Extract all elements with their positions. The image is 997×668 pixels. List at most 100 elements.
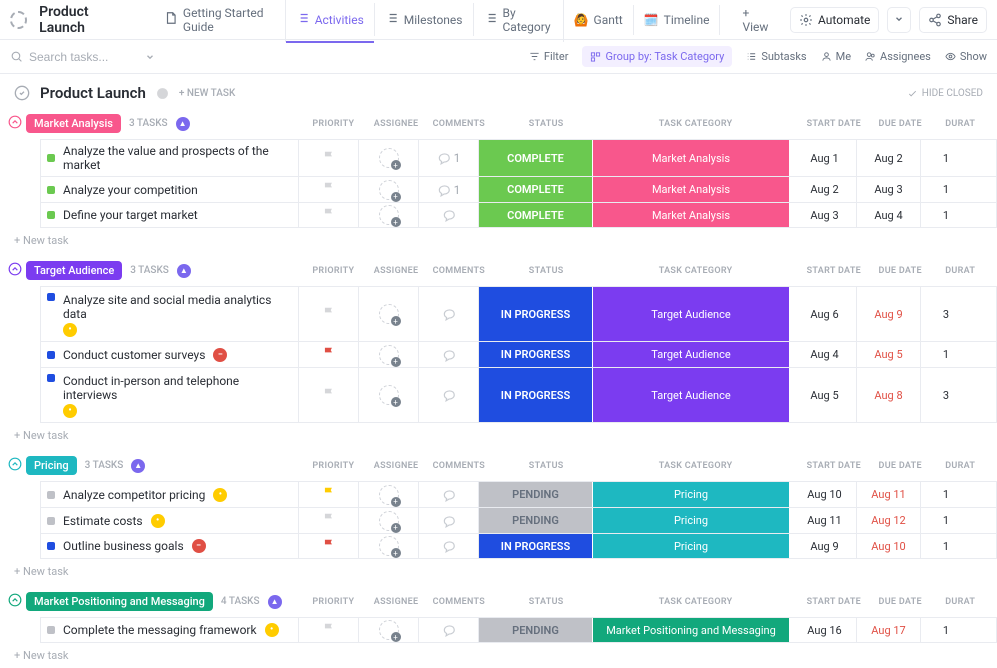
task-row[interactable]: Complete the messaging framework•PENDING… — [40, 617, 997, 643]
task-name-cell[interactable]: Analyze your competition — [41, 177, 299, 202]
col-priority[interactable]: PRIORITY — [306, 597, 361, 607]
assignee-cell[interactable] — [359, 342, 419, 367]
duration-cell[interactable]: 1 — [921, 482, 971, 507]
priority-cell[interactable] — [299, 618, 359, 642]
chevron-toggle-icon[interactable] — [14, 85, 30, 101]
status-cell[interactable]: IN PROGRESS — [479, 342, 593, 367]
col-comments[interactable]: COMMENTS — [431, 461, 486, 471]
comments-cell[interactable] — [419, 342, 479, 367]
col-duration[interactable]: DURAT — [937, 119, 983, 129]
comments-cell[interactable] — [419, 482, 479, 507]
comments-cell[interactable] — [419, 368, 479, 422]
col-category[interactable]: TASK CATEGORY — [606, 266, 785, 276]
task-name-cell[interactable]: Define your target market — [41, 203, 299, 227]
new-task-row[interactable]: + New task — [0, 423, 997, 448]
duration-cell[interactable]: 1 — [921, 177, 971, 202]
me-button[interactable]: Me — [821, 50, 851, 63]
priority-cell[interactable] — [299, 203, 359, 227]
due-date-cell[interactable]: Aug 2 — [857, 140, 921, 176]
col-category[interactable]: TASK CATEGORY — [606, 119, 785, 129]
category-cell[interactable]: Target Audience — [593, 368, 789, 422]
task-row[interactable]: Analyze your competition1COMPLETEMarket … — [40, 176, 997, 202]
collapse-icon[interactable] — [8, 115, 22, 129]
due-date-cell[interactable]: Aug 5 — [857, 342, 921, 367]
priority-cell[interactable] — [299, 287, 359, 341]
view-tab-gantt[interactable]: 🙆Gantt — [564, 5, 634, 35]
col-assignee[interactable]: ASSIGNEE — [369, 266, 424, 276]
sort-icon[interactable]: ▲ — [131, 459, 145, 473]
assignee-add[interactable] — [379, 180, 399, 200]
comments-indicator[interactable] — [442, 307, 456, 321]
subtasks-button[interactable]: Subtasks — [746, 50, 806, 63]
comments-indicator[interactable] — [442, 208, 456, 222]
col-priority[interactable]: PRIORITY — [306, 266, 361, 276]
task-name-cell[interactable]: Complete the messaging framework• — [41, 618, 299, 642]
duration-cell[interactable]: 1 — [921, 534, 971, 558]
category-cell[interactable]: Market Positioning and Messaging — [593, 618, 789, 642]
automate-button[interactable]: Automate — [790, 7, 879, 33]
col-assignee[interactable]: ASSIGNEE — [369, 461, 424, 471]
assignee-cell[interactable] — [359, 203, 419, 227]
col-start-date[interactable]: START DATE — [805, 461, 863, 471]
priority-cell[interactable] — [299, 508, 359, 533]
task-row[interactable]: Analyze competitor pricing•PENDINGPricin… — [40, 481, 997, 507]
category-cell[interactable]: Target Audience — [593, 287, 789, 341]
priority-flag-icon[interactable] — [322, 387, 336, 404]
collapse-icon[interactable] — [8, 457, 22, 471]
automate-dropdown[interactable] — [887, 7, 911, 33]
assignee-add[interactable] — [379, 485, 399, 505]
collapse-icon[interactable] — [8, 593, 22, 607]
comments-indicator[interactable] — [442, 488, 456, 502]
col-duration[interactable]: DURAT — [937, 461, 983, 471]
due-date-cell[interactable]: Aug 10 — [857, 534, 921, 558]
col-status[interactable]: STATUS — [494, 461, 598, 471]
duration-cell[interactable]: 1 — [921, 140, 971, 176]
col-comments[interactable]: COMMENTS — [431, 119, 486, 129]
chevron-down-icon[interactable] — [145, 52, 155, 62]
priority-cell[interactable] — [299, 140, 359, 176]
assignee-cell[interactable] — [359, 534, 419, 558]
col-assignee[interactable]: ASSIGNEE — [369, 119, 424, 129]
sort-icon[interactable]: ▲ — [177, 264, 191, 278]
col-status[interactable]: STATUS — [494, 119, 598, 129]
priority-flag-icon[interactable] — [322, 207, 336, 224]
group-pill[interactable]: Market Analysis — [26, 114, 121, 133]
priority-flag-icon[interactable] — [322, 486, 336, 503]
assignee-cell[interactable] — [359, 508, 419, 533]
priority-flag-icon[interactable] — [322, 538, 336, 555]
col-duration[interactable]: DURAT — [937, 266, 983, 276]
new-task-button[interactable]: + NEW TASK — [179, 88, 235, 99]
col-start-date[interactable]: START DATE — [805, 119, 863, 129]
assignee-cell[interactable] — [359, 177, 419, 202]
col-priority[interactable]: PRIORITY — [306, 119, 361, 129]
due-date-cell[interactable]: Aug 9 — [857, 287, 921, 341]
new-task-row[interactable]: + New task — [0, 559, 997, 584]
group-pill[interactable]: Target Audience — [26, 261, 122, 280]
comments-cell[interactable] — [419, 203, 479, 227]
assignee-add[interactable] — [379, 148, 399, 168]
col-due-date[interactable]: DUE DATE — [871, 461, 929, 471]
status-cell[interactable]: IN PROGRESS — [479, 368, 593, 422]
start-date-cell[interactable]: Aug 16 — [793, 618, 857, 642]
info-icon[interactable] — [156, 87, 169, 100]
due-date-cell[interactable]: Aug 4 — [857, 203, 921, 227]
duration-cell[interactable]: 1 — [921, 342, 971, 367]
start-date-cell[interactable]: Aug 3 — [793, 203, 857, 227]
group-by-pill[interactable]: Group by: Task Category — [582, 46, 732, 67]
start-date-cell[interactable]: Aug 5 — [793, 368, 857, 422]
col-start-date[interactable]: START DATE — [805, 266, 863, 276]
assignee-add[interactable] — [379, 511, 399, 531]
priority-flag-icon[interactable] — [322, 181, 336, 198]
priority-flag-icon[interactable] — [322, 622, 336, 639]
start-date-cell[interactable]: Aug 1 — [793, 140, 857, 176]
task-row[interactable]: Analyze site and social media analytics … — [40, 286, 997, 341]
start-date-cell[interactable]: Aug 11 — [793, 508, 857, 533]
col-start-date[interactable]: START DATE — [805, 597, 863, 607]
due-date-cell[interactable]: Aug 11 — [857, 482, 921, 507]
task-name-cell[interactable]: Analyze competitor pricing• — [41, 482, 299, 507]
status-cell[interactable]: IN PROGRESS — [479, 534, 593, 558]
duration-cell[interactable]: 3 — [921, 287, 971, 341]
task-name-cell[interactable]: Estimate costs• — [41, 508, 299, 533]
task-name-cell[interactable]: Conduct customer surveys− — [41, 342, 299, 367]
category-cell[interactable]: Market Analysis — [593, 203, 789, 227]
